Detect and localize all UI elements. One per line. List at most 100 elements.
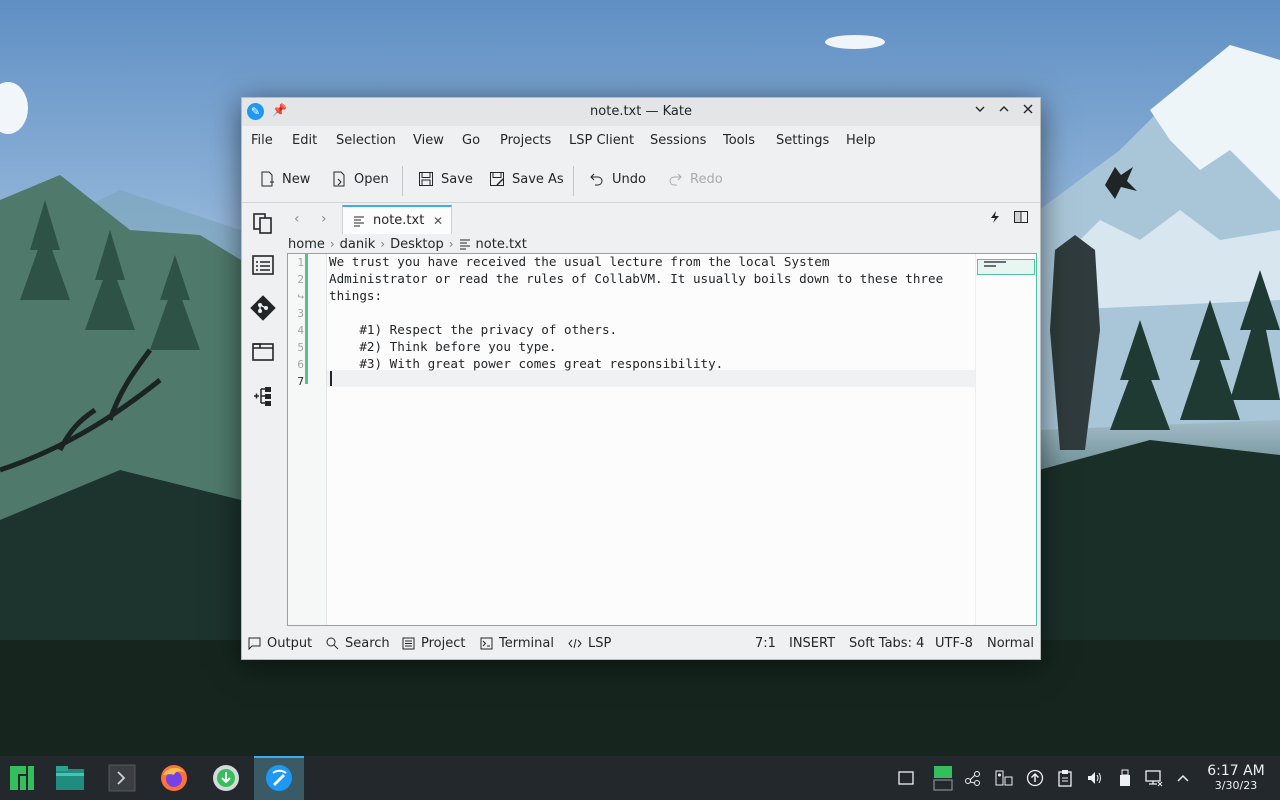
text-editor[interactable]: 1 2 ↪ 3 4 5 6 7 We trust you have receiv… (287, 253, 1037, 626)
tab-note-txt[interactable]: note.txt ✕ (342, 205, 452, 234)
symbols-icon[interactable] (250, 252, 276, 278)
quick-open-icon[interactable] (989, 211, 1001, 227)
maximize-button[interactable] (994, 102, 1014, 122)
project-label: Project (421, 636, 466, 651)
minimap[interactable] (975, 254, 1036, 625)
manjaro-icon[interactable] (6, 762, 38, 794)
network-icon[interactable] (1145, 769, 1163, 787)
network-share-icon[interactable] (964, 769, 982, 787)
save-button[interactable]: Save (417, 166, 473, 192)
forward-arrow-icon[interactable]: › (321, 211, 327, 227)
text-file-icon (354, 216, 364, 226)
menu-tools[interactable]: Tools (723, 133, 755, 148)
output-icon (248, 637, 261, 650)
toolbar-separator (402, 166, 403, 196)
menu-settings[interactable]: Settings (776, 133, 829, 148)
terminal-icon[interactable] (106, 762, 138, 794)
search-tab[interactable]: Search (326, 636, 390, 651)
toolbar-separator (573, 166, 574, 196)
breadcrumb-file[interactable]: note.txt (476, 237, 527, 252)
chevron-up-icon (999, 106, 1009, 112)
save-as-button[interactable]: Save As (488, 166, 564, 192)
new-label: New (282, 171, 311, 187)
clipboard-icon[interactable] (1056, 769, 1074, 787)
open-button[interactable]: Open (330, 166, 389, 192)
menu-lsp-client[interactable]: LSP Client (569, 133, 634, 148)
show-desktop-icon[interactable] (897, 769, 915, 787)
kate-icon[interactable] (263, 762, 295, 794)
undo-button[interactable]: Undo (588, 166, 646, 192)
volume-icon[interactable] (1086, 769, 1104, 787)
line-number: 2 (297, 273, 304, 286)
menu-sessions[interactable]: Sessions (650, 133, 706, 148)
window-title: note.txt — Kate (590, 104, 692, 119)
updates-icon[interactable] (1026, 769, 1044, 787)
clock-time[interactable]: 6:17 AM (1200, 763, 1272, 779)
save-icon (417, 170, 435, 188)
menu-help[interactable]: Help (846, 133, 876, 148)
tab-row: ‹ › note.txt ✕ (286, 203, 1040, 235)
title-bar[interactable]: ✎ 📌 note.txt — Kate (242, 98, 1040, 126)
terminal-icon (480, 637, 493, 650)
main-toolbar: New Open Save Save As Undo Redo (242, 160, 1040, 198)
encoding-setting[interactable]: UTF-8 (935, 636, 973, 651)
save-label: Save (441, 171, 473, 187)
usb-icon[interactable] (1116, 769, 1134, 787)
redo-button[interactable]: Redo (666, 166, 723, 192)
minimap-line (984, 265, 996, 267)
line-number: 3 (297, 307, 304, 320)
highlighting-mode[interactable]: Normal (987, 636, 1034, 651)
save-as-icon (488, 170, 506, 188)
chevron-right-icon: › (448, 237, 454, 251)
lsp-tab[interactable]: LSP (568, 636, 611, 651)
new-button[interactable]: New (258, 166, 310, 192)
firefox-icon[interactable] (158, 762, 190, 794)
chevron-right-icon: › (329, 237, 335, 251)
code-line: #1) Respect the privacy of others. (329, 322, 618, 337)
file-manager-icon[interactable] (54, 762, 86, 794)
expand-tray-icon[interactable] (1174, 769, 1192, 787)
cursor-position[interactable]: 7:1 (755, 636, 776, 651)
git-icon[interactable] (250, 295, 276, 321)
minimize-button[interactable] (970, 102, 990, 122)
menu-edit[interactable]: Edit (292, 133, 317, 148)
kate-window: ✎ 📌 note.txt — Kate File Edit Selection … (241, 97, 1041, 660)
undo-icon (588, 170, 606, 188)
indentation-setting[interactable]: Soft Tabs: 4 (849, 636, 924, 651)
breadcrumb-home[interactable]: home (288, 237, 325, 252)
back-arrow-icon[interactable]: ‹ (294, 211, 300, 227)
menu-selection[interactable]: Selection (336, 133, 396, 148)
vm-icon[interactable] (932, 764, 954, 792)
code-line: We trust you have received the usual lec… (329, 254, 830, 269)
software-center-icon[interactable] (210, 762, 242, 794)
clock-date[interactable]: 3/30/23 (1200, 779, 1272, 792)
tab-label: note.txt (373, 213, 425, 228)
text-file-icon (459, 239, 470, 250)
lsp-label: LSP (588, 636, 612, 651)
output-tab[interactable]: Output (248, 636, 312, 651)
line-number: 4 (297, 324, 304, 337)
undo-label: Undo (612, 171, 646, 187)
search-label: Search (345, 636, 390, 651)
filesystem-icon[interactable] (250, 339, 276, 365)
breadcrumb-danik[interactable]: danik (340, 237, 376, 252)
menu-go[interactable]: Go (462, 133, 480, 148)
project-tab[interactable]: Project (402, 636, 465, 651)
projects-icon[interactable] (250, 383, 276, 409)
menu-projects[interactable]: Projects (500, 133, 551, 148)
close-button[interactable] (1018, 102, 1038, 122)
menu-file[interactable]: File (251, 133, 273, 148)
menu-view[interactable]: View (413, 133, 444, 148)
minimap-line (984, 261, 1006, 263)
split-view-icon[interactable] (1014, 211, 1028, 227)
chevron-down-icon (975, 106, 985, 112)
input-mode[interactable]: INSERT (789, 636, 835, 651)
chevron-right-icon: › (380, 237, 386, 251)
breadcrumb-desktop[interactable]: Desktop (390, 237, 444, 252)
tab-close-icon[interactable]: ✕ (433, 214, 443, 228)
media-icon[interactable] (995, 769, 1013, 787)
terminal-label: Terminal (499, 636, 554, 651)
terminal-tab[interactable]: Terminal (480, 636, 554, 651)
project-icon (402, 637, 415, 650)
documents-icon[interactable] (250, 210, 276, 236)
